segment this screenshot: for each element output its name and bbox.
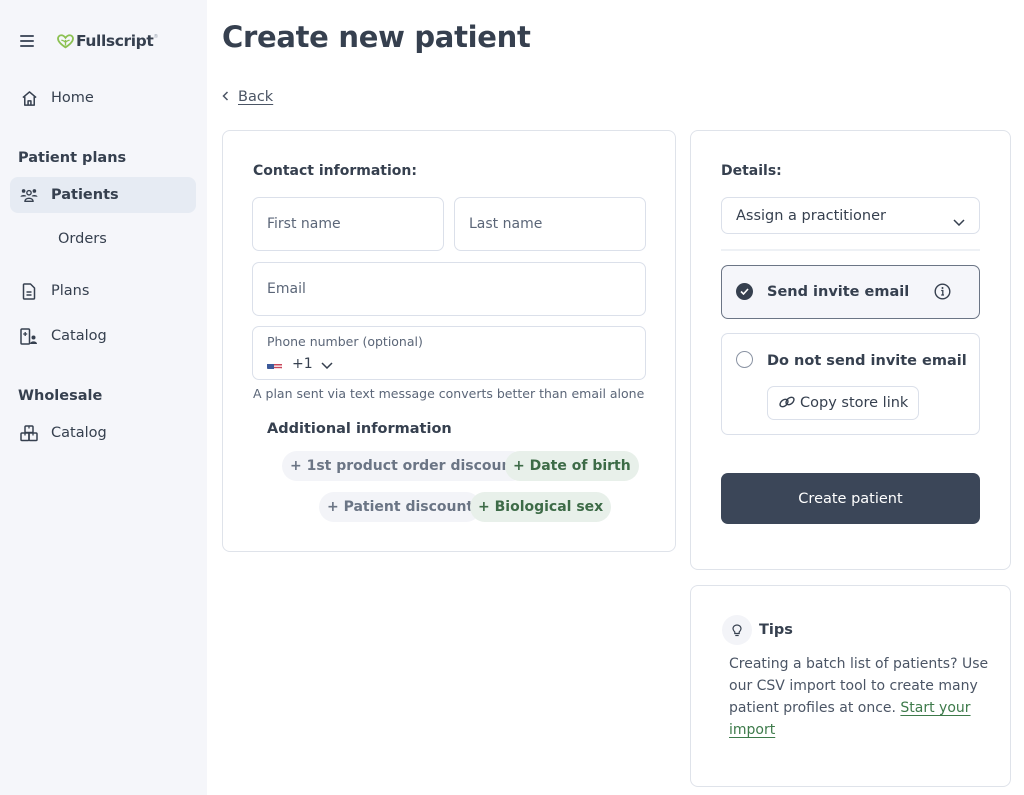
back-label: Back (238, 89, 274, 105)
link-icon (778, 394, 796, 413)
do-not-send-invite-email-option[interactable]: Do not send invite email Copy store link (721, 333, 980, 435)
section-title-wholesale: Wholesale (18, 388, 103, 404)
section-title-patient-plans: Patient plans (18, 150, 127, 166)
create-patient-button[interactable]: Create patient (721, 473, 980, 524)
lightbulb-icon (722, 615, 752, 645)
phone-hint: A plan sent via text message converts be… (253, 386, 645, 401)
first-name-input[interactable]: First name (252, 197, 444, 251)
email-placeholder: Email (267, 281, 306, 297)
radio-checked-icon[interactable] (736, 283, 753, 300)
first-name-placeholder: First name (267, 216, 341, 232)
tips-body: Creating a batch list of patients? Use o… (729, 653, 989, 741)
add-date-of-birth-button[interactable]: + Date of birth (505, 451, 639, 481)
catalog-icon (20, 327, 38, 345)
sidebar-item-patients[interactable]: Patients (10, 177, 196, 213)
last-name-input[interactable]: Last name (454, 197, 646, 251)
chevron-left-icon (222, 90, 229, 104)
sidebar-item-label: Patients (51, 187, 119, 203)
additional-information-heading: Additional information (267, 421, 452, 437)
add-first-order-discount-button[interactable]: + 1st product order discount (282, 451, 527, 481)
details-heading: Details: (721, 163, 782, 179)
sidebar-item-label: Catalog (51, 328, 107, 344)
sidebar-item-label: Home (51, 90, 94, 106)
sidebar-item-orders[interactable]: Orders (58, 231, 107, 247)
home-icon (20, 89, 38, 107)
leaf-heart-icon (57, 33, 74, 48)
hamburger-icon[interactable] (20, 35, 34, 47)
country-code-select[interactable]: +1 (267, 354, 333, 373)
phone-country-code: +1 (292, 355, 313, 372)
assign-practitioner-select[interactable]: Assign a practitioner (721, 197, 980, 234)
phone-number-input[interactable]: Phone number (optional) +1 (252, 326, 646, 380)
send-invite-email-label: Send invite email (767, 284, 910, 300)
brand-name: Fullscript (76, 32, 154, 50)
document-icon (20, 282, 38, 300)
us-flag-icon (267, 359, 282, 369)
phone-label: Phone number (optional) (267, 334, 423, 349)
last-name-placeholder: Last name (469, 216, 543, 232)
sidebar-item-catalog[interactable]: Catalog (10, 318, 196, 354)
copy-store-link-button[interactable]: Copy store link (767, 386, 920, 420)
add-patient-discount-button[interactable]: + Patient discount (319, 492, 482, 522)
tips-title: Tips (759, 622, 793, 638)
contact-heading: Contact information: (253, 163, 417, 179)
info-icon[interactable] (934, 283, 951, 300)
fullscript-logo[interactable]: Fullscript ® (57, 32, 158, 50)
radio-unchecked-icon[interactable] (736, 351, 753, 368)
email-input[interactable]: Email (252, 262, 646, 316)
chevron-down-icon (321, 354, 333, 373)
trademark: ® (153, 34, 159, 40)
sidebar-item-label: Catalog (51, 425, 107, 441)
sidebar: Fullscript ® Home Patient plans Patients… (0, 0, 207, 795)
page-title: Create new patient (222, 20, 531, 54)
chevron-down-icon (953, 211, 965, 230)
do-not-send-invite-email-label: Do not send invite email (767, 353, 967, 369)
copy-store-link-label: Copy store link (800, 395, 909, 411)
sidebar-item-label: Plans (51, 283, 90, 299)
practitioner-select-value: Assign a practitioner (736, 208, 886, 224)
sidebar-item-home[interactable]: Home (10, 80, 196, 116)
divider (721, 249, 980, 251)
sidebar-header: Fullscript ® (20, 32, 158, 50)
sidebar-item-wholesale-catalog[interactable]: Catalog (10, 415, 196, 451)
send-invite-email-option[interactable]: Send invite email (721, 265, 980, 319)
patients-icon (20, 186, 38, 204)
back-link[interactable]: Back (222, 89, 273, 105)
sidebar-item-plans[interactable]: Plans (10, 273, 196, 309)
add-biological-sex-button[interactable]: + Biological sex (470, 492, 612, 522)
boxes-icon (20, 424, 38, 442)
